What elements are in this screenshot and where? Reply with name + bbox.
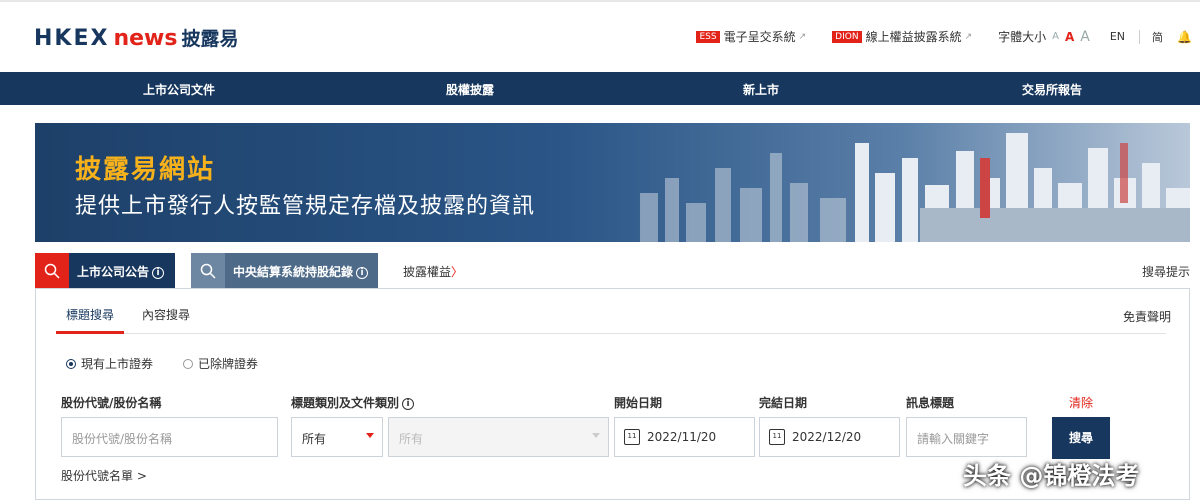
divider <box>1139 29 1141 44</box>
ess-link[interactable]: ESS 電子呈交系統 ↗ <box>696 28 806 45</box>
radio-current-securities[interactable]: 現有上市證券 <box>66 355 153 372</box>
banner-subtitle: 提供上市發行人按監管規定存檔及披露的資訊 <box>75 194 536 219</box>
clear-button[interactable]: 清除 <box>1069 394 1093 411</box>
font-size-control: 字體大小 A A A <box>998 28 1090 45</box>
tab-announcements[interactable]: 上市公司公告 i <box>35 253 175 288</box>
tab-title-search[interactable]: 標題搜尋 <box>56 306 124 334</box>
banner-title: 披露易網站 <box>75 155 216 185</box>
nav-exchange-reports[interactable]: 交易所報告 <box>1022 81 1082 98</box>
stock-input[interactable]: 股份代號/股份名稱 <box>61 417 278 457</box>
disclaimer-link[interactable]: 免責聲明 <box>1123 308 1171 325</box>
main-nav: 上市公司文件 股權披露 新上市 交易所報告 <box>0 72 1200 105</box>
end-date-label: 完結日期 <box>759 396 808 410</box>
calendar-icon: 11 <box>624 429 640 445</box>
search-tabs: 上市公司公告 i 中央結算系統持股紀錄 i 披露權益〉 搜尋提示 <box>35 253 1200 288</box>
logo-news: news <box>113 26 178 51</box>
doc-type-select[interactable]: 所有 <box>388 417 609 457</box>
logo-zh: 披露易 <box>181 28 239 50</box>
nav-disclosure[interactable]: 股權披露 <box>446 81 494 98</box>
tab-announcements-label: 上市公司公告 i <box>77 263 165 280</box>
nav-listed-docs[interactable]: 上市公司文件 <box>143 81 215 98</box>
tab-disclosure-interests[interactable]: 披露權益〉 <box>403 263 463 280</box>
tab-ccass[interactable]: 中央結算系統持股紀錄 i <box>191 253 378 288</box>
font-size-medium[interactable]: A <box>1065 30 1074 44</box>
end-date-input[interactable]: 11 2022/12/20 <box>759 417 900 457</box>
skyline-illustration <box>640 133 1190 242</box>
search-icon <box>191 253 225 288</box>
radio-delisted-securities[interactable]: 已除牌證券 <box>183 355 258 372</box>
dion-label: 線上權益披露系統 <box>865 30 962 44</box>
font-size-large[interactable]: A <box>1080 29 1090 45</box>
search-icon <box>35 253 69 288</box>
header: HKEX news 披露易 ESS 電子呈交系統 ↗ DION 線上權益披露系統… <box>0 0 1200 72</box>
calendar-icon: 11 <box>769 429 785 445</box>
search-subtabs: 標題搜尋 內容搜尋 免責聲明 <box>56 289 1171 334</box>
lang-en[interactable]: EN <box>1110 30 1125 43</box>
ess-label: 電子呈交系統 <box>723 30 796 44</box>
stock-label: 股份代號/股份名稱 <box>61 396 162 410</box>
radio-unchecked-icon <box>183 358 194 369</box>
start-date-value: 2022/11/20 <box>647 430 717 444</box>
end-date-value: 2022/12/20 <box>792 430 862 444</box>
doc-type-value: 所有 <box>399 432 424 446</box>
radio-delisted-label: 已除牌證券 <box>198 357 259 371</box>
category-select[interactable]: 所有 <box>291 417 383 457</box>
logo-hkex: HKEX <box>34 26 110 51</box>
dion-link[interactable]: DION 線上權益披露系統 ↗ <box>832 28 972 45</box>
top-links: ESS 電子呈交系統 ↗ DION 線上權益披露系統 ↗ 字體大小 A A A … <box>696 28 1200 45</box>
caret-down-icon <box>366 433 374 438</box>
hkexnews-logo[interactable]: HKEX news 披露易 <box>34 24 238 51</box>
bell-icon[interactable]: 🔔 <box>1177 30 1192 44</box>
tab-content-search[interactable]: 內容搜尋 <box>142 306 190 323</box>
radio-current-label: 現有上市證券 <box>81 357 154 371</box>
tab-disclosure-label: 披露權益 <box>403 265 452 279</box>
search-button[interactable]: 搜尋 <box>1052 417 1110 459</box>
hero-banner: 披露易網站 提供上市發行人按監管規定存檔及披露的資訊 <box>35 123 1190 242</box>
start-date-input[interactable]: 11 2022/11/20 <box>614 417 755 457</box>
radio-checked-icon <box>66 358 76 369</box>
nav-new-listings[interactable]: 新上市 <box>743 81 779 98</box>
external-link-icon: ↗ <box>798 31 807 42</box>
start-date-label: 開始日期 <box>614 396 663 410</box>
info-icon[interactable]: i <box>402 397 415 410</box>
headline-input[interactable]: 請輸入關鍵字 <box>906 417 1027 457</box>
headline-label: 訊息標題 <box>906 396 955 410</box>
info-icon[interactable]: i <box>152 266 165 279</box>
lang-sc[interactable]: 简 <box>1152 29 1163 45</box>
font-size-label: 字體大小 <box>998 30 1047 44</box>
security-status-radios: 現有上市證券 已除牌證券 <box>66 355 288 372</box>
font-size-small[interactable]: A <box>1052 31 1059 42</box>
stock-code-list-link[interactable]: 股份代號名單 > <box>61 467 147 484</box>
tab-ccass-label: 中央結算系統持股紀錄 i <box>233 263 369 280</box>
dion-badge: DION <box>832 30 862 43</box>
watermark: 头条 @锦橙法考 <box>963 462 1140 490</box>
category-value: 所有 <box>302 432 327 446</box>
search-hint-link[interactable]: 搜尋提示 <box>1142 263 1190 280</box>
chevron-right-icon: 〉 <box>451 265 464 279</box>
info-icon[interactable]: i <box>356 266 369 279</box>
category-label: 標題類別及文件類別 i <box>291 394 415 411</box>
ess-badge: ESS <box>696 30 720 43</box>
caret-down-icon <box>592 433 600 438</box>
external-link-icon: ↗ <box>964 31 973 42</box>
